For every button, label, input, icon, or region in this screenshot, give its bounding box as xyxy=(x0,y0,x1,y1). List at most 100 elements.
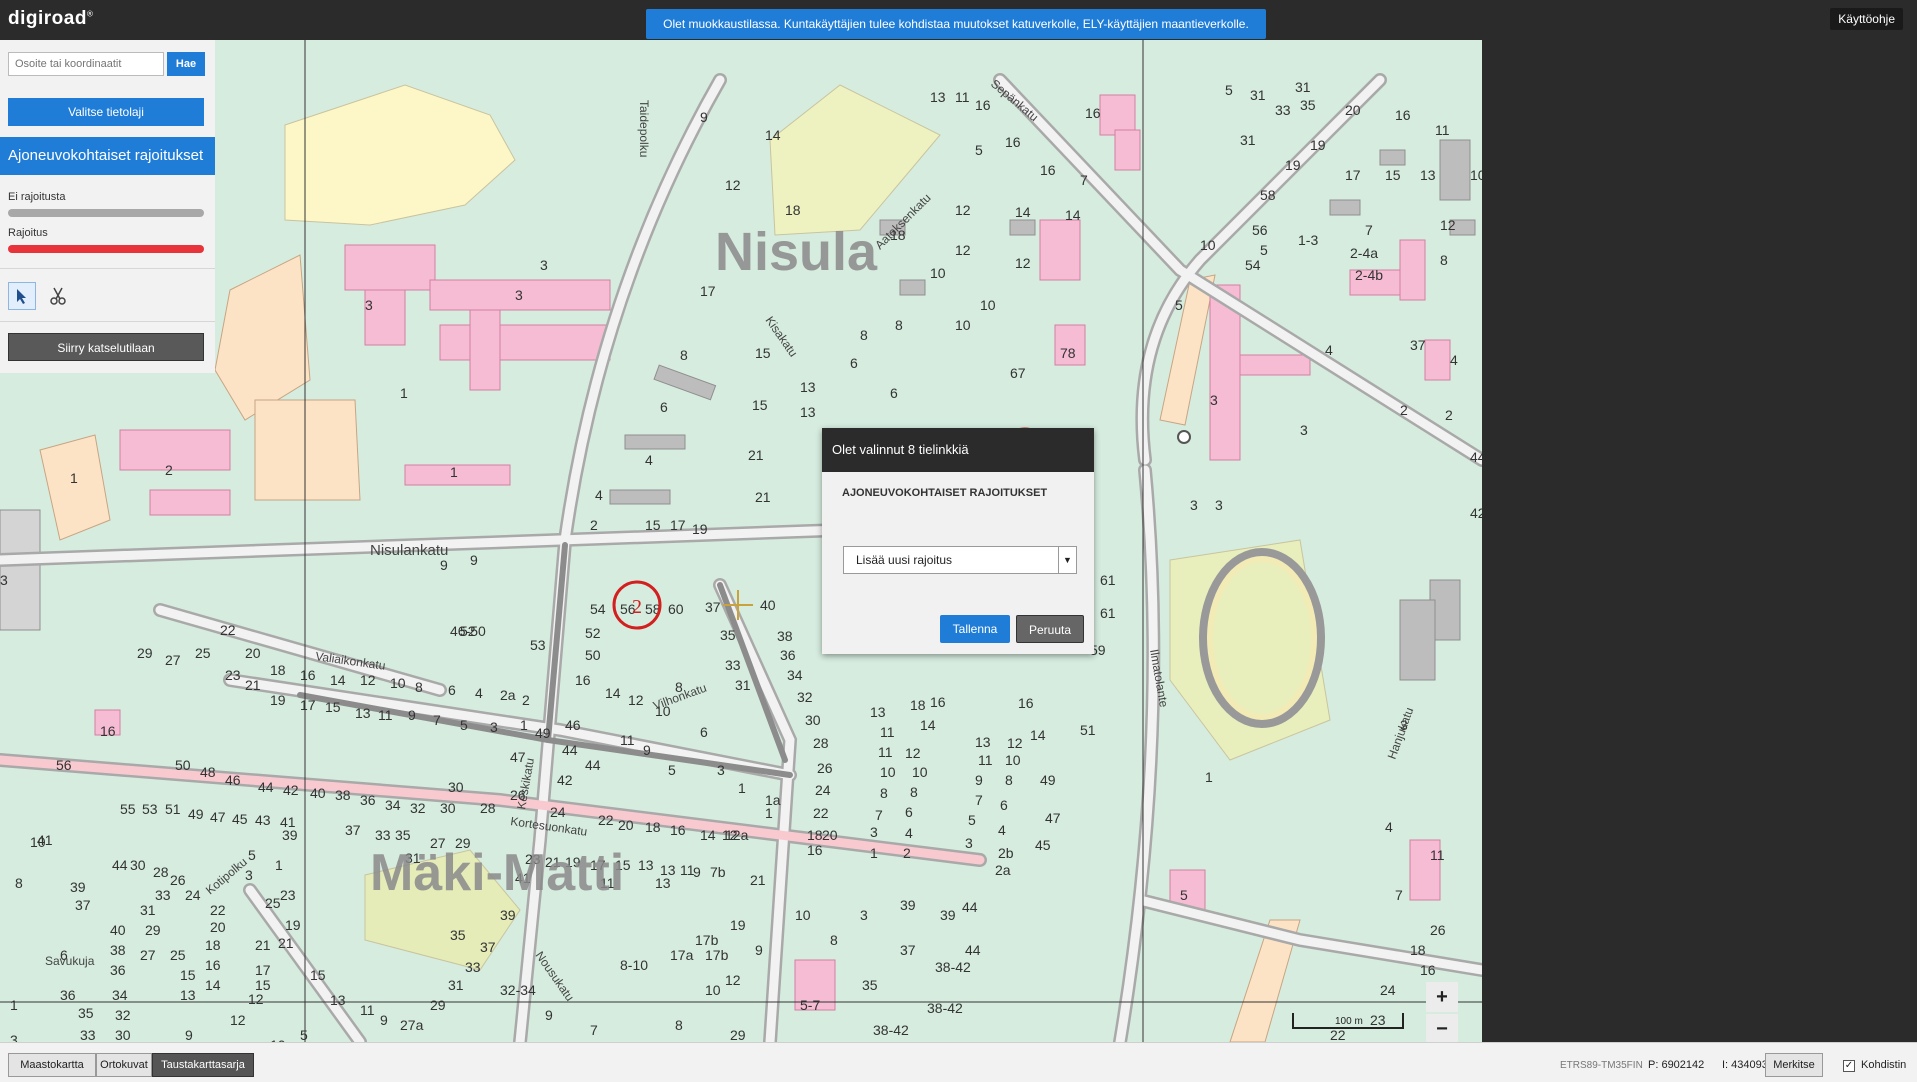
svg-text:51: 51 xyxy=(165,801,181,817)
map-view[interactable]: 333 112 17 8 6 442 15 17 19 15 15 21 21 13 13 88… xyxy=(0,40,1482,1042)
svg-text:28: 28 xyxy=(480,800,496,816)
svg-text:5: 5 xyxy=(300,1027,308,1042)
svg-text:54: 54 xyxy=(1245,257,1261,273)
user-guide-button[interactable]: Käyttöohje xyxy=(1830,8,1903,30)
svg-text:8: 8 xyxy=(895,317,903,333)
tab-terrain-map[interactable]: Maastokartta xyxy=(8,1053,96,1077)
svg-text:2: 2 xyxy=(903,845,911,861)
svg-text:44: 44 xyxy=(562,742,578,758)
target-checkbox[interactable]: ✓ xyxy=(1843,1060,1855,1072)
svg-text:32-34: 32-34 xyxy=(500,982,536,998)
svg-text:33: 33 xyxy=(155,887,171,903)
svg-text:11: 11 xyxy=(1435,122,1450,138)
svg-text:16: 16 xyxy=(1040,162,1056,178)
svg-text:32: 32 xyxy=(115,1007,131,1023)
map-canvas[interactable]: 333 112 1786 442 15 17 19 151521 211313 88… xyxy=(0,40,1482,1042)
svg-text:17: 17 xyxy=(300,697,316,713)
svg-text:3: 3 xyxy=(515,287,523,303)
save-button[interactable]: Tallenna xyxy=(940,615,1010,643)
svg-text:35: 35 xyxy=(720,627,736,643)
svg-text:10: 10 xyxy=(795,907,811,923)
svg-text:3: 3 xyxy=(1210,392,1218,408)
svg-text:9: 9 xyxy=(643,742,651,758)
svg-text:42: 42 xyxy=(1470,505,1482,521)
svg-text:8: 8 xyxy=(910,784,918,800)
mark-button[interactable]: Merkitse xyxy=(1765,1053,1823,1077)
place-name-maki-matti: Mäki-Matti xyxy=(370,844,624,902)
svg-text:2: 2 xyxy=(590,517,598,533)
svg-text:3: 3 xyxy=(490,719,498,735)
digiroad-logo[interactable]: digiroad® xyxy=(8,8,93,30)
zoom-out-button[interactable]: − xyxy=(1426,1014,1458,1042)
popup-section-heading: AJONEUVOKOHTAISET RAJOITUKSET xyxy=(842,487,1048,499)
svg-text:11: 11 xyxy=(620,732,635,748)
right-empty-panel xyxy=(1482,40,1917,1042)
select-value: Lisää uusi rajoitus xyxy=(856,553,953,567)
svg-text:3: 3 xyxy=(1300,422,1308,438)
svg-text:14: 14 xyxy=(1015,204,1031,220)
svg-text:1: 1 xyxy=(450,464,458,480)
svg-text:36: 36 xyxy=(360,792,376,808)
popup-title: Olet valinnut 8 tielinkkiä xyxy=(822,428,1094,472)
svg-text:1-3: 1-3 xyxy=(1298,232,1318,248)
zoom-in-button[interactable]: + xyxy=(1426,982,1458,1012)
svg-text:26: 26 xyxy=(817,760,833,776)
svg-text:29: 29 xyxy=(145,922,161,938)
svg-text:3: 3 xyxy=(245,867,253,883)
svg-text:5: 5 xyxy=(668,762,676,778)
svg-text:13: 13 xyxy=(1420,167,1436,183)
svg-text:10: 10 xyxy=(930,265,946,281)
svg-text:18: 18 xyxy=(785,202,801,218)
chevron-down-icon[interactable]: ▼ xyxy=(1058,547,1076,573)
svg-text:38: 38 xyxy=(110,942,126,958)
svg-text:1: 1 xyxy=(10,997,18,1013)
svg-text:7: 7 xyxy=(975,792,983,808)
select-arrow-icon xyxy=(17,289,26,304)
cut-tool-button[interactable] xyxy=(44,282,72,310)
svg-text:3: 3 xyxy=(717,762,725,778)
svg-text:12: 12 xyxy=(725,972,741,988)
select-tool-button[interactable] xyxy=(8,282,36,310)
svg-text:21: 21 xyxy=(750,872,766,888)
tab-orthophotos[interactable]: Ortokuvat xyxy=(96,1053,152,1077)
svg-text:12: 12 xyxy=(1007,735,1023,751)
legend-label-restriction: Rajoitus xyxy=(8,227,48,239)
street-taidepolku: Taidepolku xyxy=(637,100,651,157)
svg-text:28: 28 xyxy=(813,735,829,751)
svg-text:5: 5 xyxy=(1225,82,1233,98)
address-search-input[interactable] xyxy=(8,52,164,76)
tab-background-map-series[interactable]: Taustakarttasarja xyxy=(152,1053,254,1077)
street-sepankatu: Sepänkatu xyxy=(988,77,1041,125)
svg-text:16: 16 xyxy=(930,694,946,710)
svg-text:53: 53 xyxy=(530,637,546,653)
svg-text:56: 56 xyxy=(56,757,72,773)
svg-text:14: 14 xyxy=(330,672,346,688)
select-layer-button[interactable]: Valitse tietolaji xyxy=(8,98,204,126)
cancel-button[interactable]: Peruuta xyxy=(1016,615,1084,643)
svg-text:33: 33 xyxy=(1275,102,1291,118)
svg-text:12: 12 xyxy=(905,745,921,761)
svg-text:24: 24 xyxy=(550,804,566,820)
svg-text:35: 35 xyxy=(395,827,411,843)
svg-text:15: 15 xyxy=(180,967,196,983)
svg-text:34: 34 xyxy=(385,797,401,813)
view-mode-button[interactable]: Siirry katselutilaan xyxy=(8,333,204,361)
svg-text:4: 4 xyxy=(645,452,653,468)
add-restriction-select[interactable]: Lisää uusi rajoitus ▼ xyxy=(843,546,1077,574)
svg-text:46: 46 xyxy=(565,717,581,733)
svg-text:9: 9 xyxy=(755,942,763,958)
svg-text:22: 22 xyxy=(1330,1027,1346,1042)
svg-text:16: 16 xyxy=(1005,134,1021,150)
svg-text:8: 8 xyxy=(860,327,868,343)
svg-text:27: 27 xyxy=(165,652,181,668)
svg-text:19: 19 xyxy=(285,917,301,933)
svg-text:33: 33 xyxy=(80,1027,96,1042)
svg-text:32: 32 xyxy=(797,689,813,705)
svg-text:16: 16 xyxy=(670,822,686,838)
svg-text:29: 29 xyxy=(137,645,153,661)
search-button[interactable]: Hae xyxy=(167,52,205,76)
svg-text:5: 5 xyxy=(975,142,983,158)
svg-text:16: 16 xyxy=(575,672,591,688)
svg-text:40: 40 xyxy=(110,922,126,938)
svg-text:22: 22 xyxy=(220,622,236,638)
